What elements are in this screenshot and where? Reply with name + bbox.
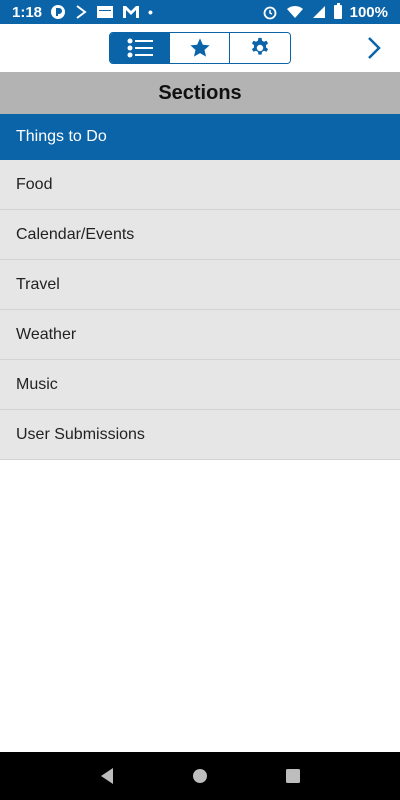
section-item-weather[interactable]: Weather [0,310,400,360]
section-item-label: Music [16,375,58,393]
section-list: Things to Do Food Calendar/Events Travel… [0,114,400,460]
battery-icon [333,3,342,19]
battery-percent: 100% [349,3,388,21]
back-triangle-icon [100,768,113,784]
sections-title: Sections [158,81,242,104]
sections-header: Sections [0,72,400,114]
system-nav-bar [0,752,400,800]
section-item-label: Travel [16,275,60,293]
section-item-things-to-do[interactable]: Things to Do [0,114,400,160]
section-item-user-submissions[interactable]: User Submissions [0,410,400,460]
recents-button[interactable] [281,764,305,788]
status-bar: 1:18 • 100% [0,0,400,24]
section-item-label: Calendar/Events [16,225,135,243]
next-button[interactable] [362,36,386,60]
star-icon [189,38,210,57]
section-item-label: Weather [16,325,77,343]
section-item-label: Food [16,175,53,193]
section-item-calendar-events[interactable]: Calendar/Events [0,210,400,260]
status-time: 1:18 [12,3,43,21]
home-button[interactable] [188,764,212,788]
view-segmented-control [109,32,291,64]
status-left: 1:18 • [12,4,153,21]
section-item-music[interactable]: Music [0,360,400,410]
cell-signal-icon [312,5,326,19]
section-item-label: Things to Do [16,127,107,145]
sync-icon [74,4,88,20]
tab-favorites[interactable] [170,33,230,63]
tab-sections-list[interactable] [110,33,170,63]
home-circle-icon [192,769,207,783]
gear-icon [251,37,269,55]
toolbar [0,24,400,72]
section-item-label: User Submissions [16,425,145,443]
alarm-icon [262,4,278,20]
list-icon [127,38,153,58]
section-item-travel[interactable]: Travel [0,260,400,310]
news-icon [96,5,114,19]
chevron-right-icon [368,37,381,59]
status-right: 100% [262,3,388,21]
status-notification-dot: • [148,4,153,20]
section-item-food[interactable]: Food [0,160,400,210]
back-button[interactable] [95,764,119,788]
recents-square-icon [286,769,301,783]
app-notification-icon [50,4,66,20]
gmail-icon [122,5,140,19]
wifi-icon [286,5,304,19]
tab-settings[interactable] [230,33,290,63]
